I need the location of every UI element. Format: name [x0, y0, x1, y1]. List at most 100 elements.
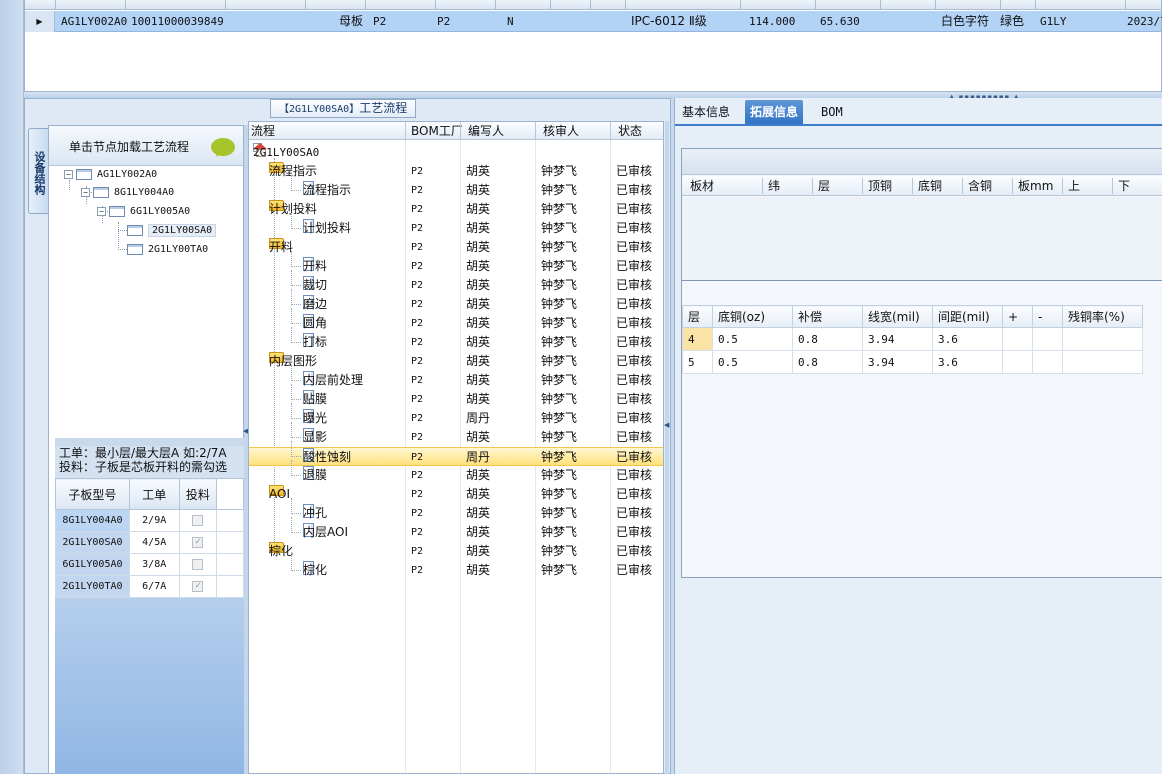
table-row[interactable]: 4 0.5 0.8 3.94 3.6 [682, 327, 1143, 351]
tree-node-2g1ly00sa0[interactable]: 2G1LY00SA0 [127, 222, 217, 240]
col-minus[interactable]: - [1032, 305, 1063, 328]
col-layer-no[interactable]: 层 [682, 305, 713, 328]
device-panel-splitter[interactable] [55, 438, 244, 446]
cell-layer[interactable]: 4 [682, 327, 713, 351]
cell-residual[interactable] [1062, 327, 1143, 351]
cell-order[interactable]: 2/9A [128, 509, 180, 532]
tree-step-row[interactable]: 内层AOI P2 胡英 钟梦飞 已审核 [249, 523, 663, 542]
col-writer[interactable]: 编写人 [468, 122, 504, 140]
tree-step-row[interactable]: 酸性蚀刻 P2 周丹 钟梦飞 已审核 [249, 447, 663, 466]
cell-status: 已审核 [616, 183, 653, 197]
tree-root-row[interactable]: −2G1LY00SA0 [249, 143, 663, 162]
cell-spacing[interactable]: 3.6 [932, 350, 1003, 374]
tree-node-2g1ly00ta0[interactable]: 2G1LY00TA0 [127, 241, 208, 259]
cell-feed[interactable] [178, 509, 218, 532]
tree-step-row[interactable]: 磨边 P2 胡英 钟梦飞 已审核 [249, 295, 663, 314]
tree-step-row[interactable]: 棕化 P2 胡英 钟梦飞 已审核 [249, 561, 663, 580]
col-plus[interactable]: + [1002, 305, 1033, 328]
cell-checker: 钟梦飞 [541, 354, 578, 368]
feed-checkbox[interactable] [192, 558, 204, 570]
col-bottom-copper[interactable]: 底铜 [918, 176, 942, 196]
feed-checkbox[interactable] [192, 514, 204, 526]
tree-step-row[interactable]: 圆角 P2 胡英 钟梦飞 已审核 [249, 314, 663, 333]
tree-node-ag1ly002a0[interactable]: − AG1LY002A0 [64, 166, 157, 184]
col-line-width[interactable]: 线宽(mil) [862, 305, 933, 328]
tree-group-row[interactable]: −开料P2胡英钟梦飞已审核 [249, 238, 663, 257]
table-row[interactable]: 2G1LY00TA0 6/7A ✓ [55, 575, 244, 598]
col-weft[interactable]: 纬 [768, 176, 780, 196]
cell-layer[interactable]: 5 [682, 350, 713, 374]
col-layer[interactable]: 层 [818, 176, 830, 196]
table-row[interactable]: 2G1LY00SA0 4/5A ✓ [55, 531, 244, 554]
tree-step-row[interactable]: 曝光 P2 周丹 钟梦飞 已审核 [249, 409, 663, 428]
tree-step-row[interactable]: 打标 P2 胡英 钟梦飞 已审核 [249, 333, 663, 352]
col-top-copper[interactable]: 顶铜 [868, 176, 892, 196]
tree-step-row[interactable]: 显影 P2 胡英 钟梦飞 已审核 [249, 428, 663, 447]
cell-residual[interactable] [1062, 350, 1143, 374]
cell-spacing[interactable]: 3.6 [932, 327, 1003, 351]
col-with-copper[interactable]: 含铜 [968, 176, 992, 196]
table-row[interactable]: 5 0.5 0.8 3.94 3.6 [682, 350, 1143, 374]
cell-bottom-copper[interactable]: 0.5 [712, 350, 793, 374]
tab-device-structure[interactable]: 设备结构 [28, 128, 48, 214]
col-upper[interactable]: 上 [1068, 176, 1080, 196]
tree-step-row[interactable]: 退膜 P2 胡英 钟梦飞 已审核 [249, 466, 663, 485]
feed-checkbox[interactable]: ✓ [192, 580, 204, 592]
col-board-material[interactable]: 板材 [690, 176, 714, 196]
col-feed[interactable]: 投料 [178, 478, 218, 510]
feed-checkbox[interactable]: ✓ [192, 536, 204, 548]
cell-order[interactable]: 3/8A [128, 553, 180, 576]
cell-order[interactable]: 4/5A [128, 531, 180, 554]
cell-line-width[interactable]: 3.94 [862, 327, 933, 351]
cell-bottom-copper[interactable]: 0.5 [712, 327, 793, 351]
col-sub-model[interactable]: 子板型号 [55, 478, 130, 510]
tree-group-row[interactable]: −计划投料P2胡英钟梦飞已审核 [249, 200, 663, 219]
col-order[interactable]: 工单 [128, 478, 180, 510]
cell-compensation[interactable]: 0.8 [792, 350, 863, 374]
cell-minus[interactable] [1032, 350, 1063, 374]
board-grid-row[interactable]: ▶ AG1LY002A0 10011000039849 母板 P2 P2 N I… [25, 11, 1162, 32]
right-collapse-bar[interactable]: ◀ [664, 121, 669, 774]
tree-node-8g1ly004a0[interactable]: − 8G1LY004A0 [81, 184, 174, 202]
tree-node-label: 2G1LY00TA0 [148, 244, 209, 255]
cell-order[interactable]: 6/7A [128, 575, 180, 598]
tree-group-row[interactable]: −流程指示P2胡英钟梦飞已审核 [249, 162, 663, 181]
collapse-toggle-icon[interactable]: − [81, 187, 90, 197]
tab-bom[interactable]: BOM [816, 100, 848, 124]
cell-minus[interactable] [1032, 327, 1063, 351]
tree-step-row[interactable]: 冲孔 P2 胡英 钟梦飞 已审核 [249, 504, 663, 523]
tree-step-row[interactable]: 开料 P2 胡英 钟梦飞 已审核 [249, 257, 663, 276]
tab-extended-info[interactable]: 拓展信息 [745, 100, 804, 124]
tree-node-6g1ly005a0[interactable]: − 6G1LY005A0 [97, 203, 190, 221]
collapse-toggle-icon[interactable]: − [64, 169, 73, 179]
tree-step-row[interactable]: 内层前处理 P2 胡英 钟梦飞 已审核 [249, 371, 663, 390]
col-lower[interactable]: 下 [1118, 176, 1130, 196]
cell-feed[interactable]: ✓ [178, 575, 218, 598]
tab-basic-info[interactable]: 基本信息 [677, 100, 735, 124]
cell-plus[interactable] [1002, 327, 1033, 351]
tree-step-row[interactable]: 裁切 P2 胡英 钟梦飞 已审核 [249, 276, 663, 295]
col-compensation[interactable]: 补偿 [792, 305, 863, 328]
cell-feed[interactable] [178, 553, 218, 576]
col-spacing[interactable]: 间距(mil) [932, 305, 1003, 328]
col-board-mm[interactable]: 板mm [1018, 176, 1053, 196]
tree-group-row[interactable]: −棕化P2胡英钟梦飞已审核 [249, 542, 663, 561]
col-checker[interactable]: 核审人 [543, 122, 579, 140]
cell-compensation[interactable]: 0.8 [792, 327, 863, 351]
tree-step-row[interactable]: 流程指示 P2 胡英 钟梦飞 已审核 [249, 181, 663, 200]
collapse-toggle-icon[interactable]: − [97, 206, 106, 216]
table-row[interactable]: 8G1LY004A0 2/9A [55, 509, 244, 532]
col-bottom-copper-oz[interactable]: 底铜(oz) [712, 305, 793, 328]
cell-plus[interactable] [1002, 350, 1033, 374]
tree-group-row[interactable]: −AOIP2胡英钟梦飞已审核 [249, 485, 663, 504]
col-status[interactable]: 状态 [618, 122, 642, 140]
cell-feed[interactable]: ✓ [178, 531, 218, 554]
tree-group-row[interactable]: −内层图形P2胡英钟梦飞已审核 [249, 352, 663, 371]
tree-step-row[interactable]: 计划投料 P2 胡英 钟梦飞 已审核 [249, 219, 663, 238]
col-flow[interactable]: 流程 [251, 122, 275, 140]
tree-step-row[interactable]: 贴膜 P2 胡英 钟梦飞 已审核 [249, 390, 663, 409]
cell-line-width[interactable]: 3.94 [862, 350, 933, 374]
col-residual-copper[interactable]: 残铜率(%) [1062, 305, 1143, 328]
col-bom-factory[interactable]: BOM工厂 [411, 122, 463, 140]
table-row[interactable]: 6G1LY005A0 3/8A [55, 553, 244, 576]
